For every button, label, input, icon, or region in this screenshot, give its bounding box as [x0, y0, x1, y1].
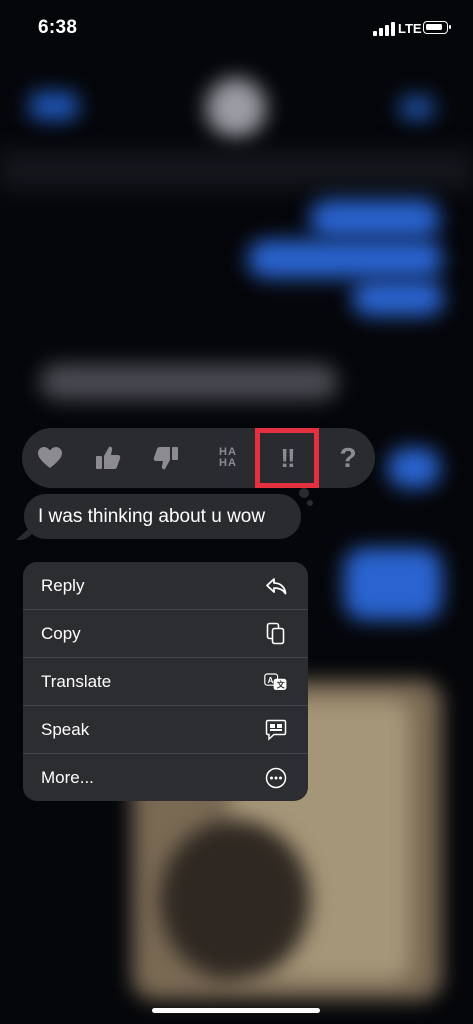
heart-reaction-button[interactable]	[30, 428, 70, 488]
contact-avatar-blurred	[206, 78, 266, 138]
menu-item-label: Translate	[41, 672, 112, 691]
menu-item-label: Speak	[41, 720, 90, 739]
header-divider-blurred	[0, 150, 473, 190]
status-time: 6:38	[38, 17, 78, 38]
network-type: LTE	[398, 21, 422, 36]
menu-item-label: More...	[41, 768, 94, 787]
exclamation-reaction-button[interactable]: !!	[255, 428, 319, 488]
menu-item-more[interactable]: More...	[23, 754, 308, 801]
photo-figure-blurred	[160, 820, 310, 980]
menu-item-translate[interactable]: Translate A文	[23, 658, 308, 706]
menu-item-label: Copy	[41, 624, 81, 643]
translate-icon: A文	[264, 671, 288, 693]
more-icon	[264, 767, 288, 789]
context-menu: Reply Copy Translate A文 Speak More...	[23, 562, 308, 801]
sent-bubble-blurred	[310, 200, 440, 238]
tapback-connector-dot-small	[307, 500, 313, 506]
tapback-connector-dot	[299, 488, 309, 498]
home-indicator[interactable]	[152, 1008, 320, 1013]
haha-text-bottom: HA	[219, 457, 237, 469]
haha-reaction-button[interactable]: HA HA	[208, 428, 248, 488]
sent-bubble-blurred	[344, 548, 442, 620]
menu-item-label: Reply	[41, 576, 85, 595]
svg-text:文: 文	[277, 680, 286, 690]
sent-bubble-blurred	[352, 280, 444, 316]
thumbs-up-icon	[96, 446, 121, 469]
thumbs-up-reaction-button[interactable]	[88, 428, 128, 488]
sent-bubble-blurred	[388, 448, 440, 488]
menu-item-copy[interactable]: Copy	[23, 610, 308, 658]
copy-icon	[264, 622, 288, 645]
tapback-bar: HA HA !! ?	[22, 428, 375, 488]
exclamation-icon: !!	[280, 442, 295, 473]
menu-item-reply[interactable]: Reply	[23, 562, 308, 610]
received-bubble-blurred	[40, 364, 338, 400]
status-bar: 6:38 LTE	[0, 0, 473, 58]
reply-icon	[264, 575, 288, 597]
back-button-blurred	[30, 92, 78, 120]
heart-icon	[38, 447, 62, 468]
svg-text:A: A	[268, 676, 274, 685]
haha-icon: HA HA	[219, 447, 237, 469]
battery-icon	[423, 21, 451, 34]
sent-bubble-blurred	[248, 240, 443, 278]
thumbs-down-icon	[153, 447, 178, 470]
question-reaction-button[interactable]: ?	[328, 428, 368, 488]
message-bubble[interactable]: I was thinking about u wow	[24, 494, 301, 539]
video-call-blurred	[400, 96, 434, 120]
cellular-signal-icon	[373, 22, 395, 36]
thumbs-down-reaction-button[interactable]	[146, 428, 186, 488]
speak-icon	[264, 719, 288, 741]
question-icon: ?	[339, 442, 357, 473]
menu-item-speak[interactable]: Speak	[23, 706, 308, 754]
